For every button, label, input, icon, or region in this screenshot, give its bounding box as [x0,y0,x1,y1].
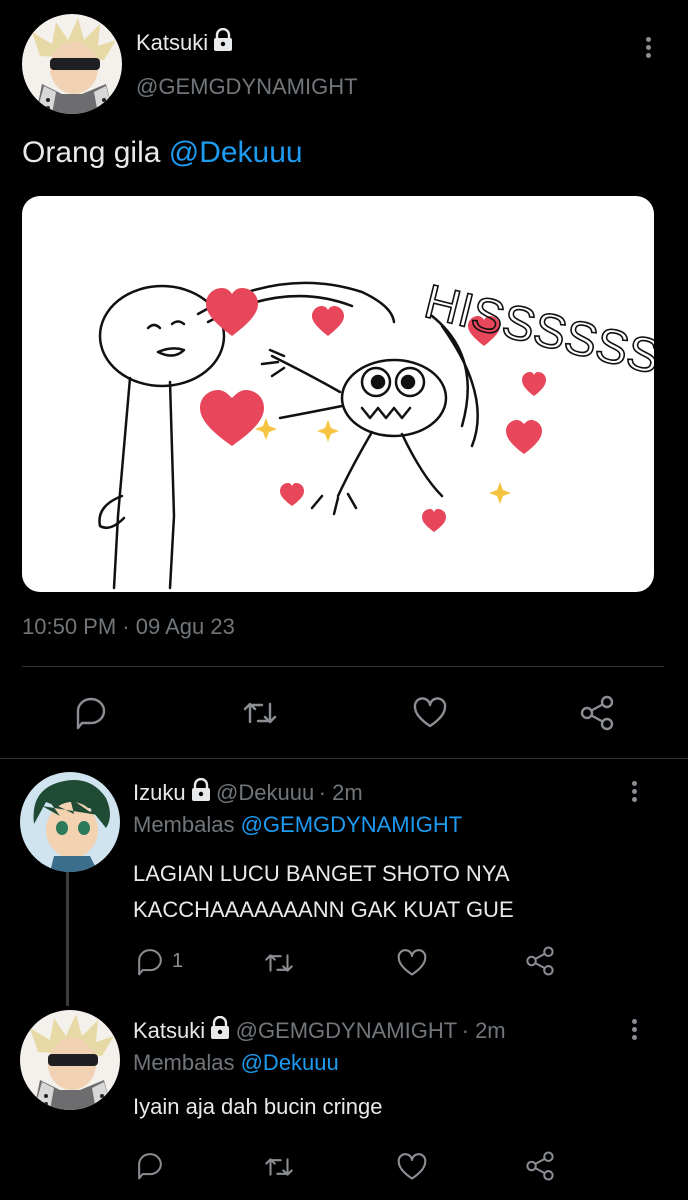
reply1-header: Izuku @Dekuuu · 2m [133,777,363,807]
like-icon[interactable] [396,948,428,978]
replying-to-link[interactable]: @Dekuuu [241,1050,339,1075]
more-icon[interactable] [636,34,660,62]
reply-icon[interactable]: 1 [134,946,183,976]
main-author-name[interactable]: Katsuki [136,30,208,55]
main-tweet-text: Orang gila @Dekuuu [22,136,303,170]
more-icon[interactable] [622,1016,646,1044]
replying-prefix: Membalas [133,812,241,837]
reply-icon[interactable] [134,1150,166,1180]
share-icon[interactable] [524,945,556,977]
tweet-image[interactable]: HISSSSSSS [22,196,654,592]
mention-link[interactable]: @Dekuuu [169,136,303,169]
reply1-text-line1: LAGIAN LUCU BANGET SHOTO NYA [133,861,510,886]
more-icon[interactable] [622,778,646,806]
share-icon[interactable] [578,694,616,732]
tweet-text-prefix: Orang gila [22,136,169,169]
reply1-author-name[interactable]: Izuku [133,780,186,805]
reply2-author-avatar[interactable] [20,1010,120,1110]
lock-icon [190,777,212,807]
reply1-author-handle[interactable]: @Dekuuu [216,780,314,805]
lock-icon [212,27,234,57]
retweet-icon[interactable] [262,948,296,978]
like-icon[interactable] [412,696,448,730]
main-author-handle[interactable]: @GEMGDYNAMIGHT [136,74,358,100]
timestamp: 10:50 PM · 09 Agu 23 [22,614,235,640]
retweet-icon[interactable] [240,696,280,730]
tweet-time: 10:50 PM [22,614,117,639]
like-icon[interactable] [396,1152,428,1182]
divider [22,666,664,667]
reply2-time: · 2m [461,1018,506,1043]
tweet-date: 09 Agu 23 [135,614,235,639]
share-icon[interactable] [524,1150,556,1182]
thread-line [66,872,69,1006]
reply1-author-avatar[interactable] [20,772,120,872]
reply2-text: Iyain aja dah bucin cringe [133,1094,383,1119]
reply2-author-name[interactable]: Katsuki [133,1018,205,1043]
retweet-icon[interactable] [262,1152,296,1182]
timestamp-separator: · [122,614,130,639]
reply-count: 1 [172,949,184,972]
reply1-text: LAGIAN LUCU BANGET SHOTO NYA KACCHAAAAAA… [133,856,514,928]
reply2-replying-to: Membalas @Dekuuu [133,1050,339,1076]
reply-icon[interactable] [72,694,110,730]
reply2-header: Katsuki @GEMGDYNAMIGHT · 2m [133,1015,506,1045]
lock-icon [209,1015,231,1045]
divider [0,758,688,759]
replying-prefix: Membalas [133,1050,241,1075]
reply1-text-line2: KACCHAAAAAAANN GAK KUAT GUE [133,897,514,922]
reply1-time: · 2m [318,780,363,805]
main-author-name-row: Katsuki [136,27,234,57]
reply2-author-handle[interactable]: @GEMGDYNAMIGHT [236,1018,458,1043]
main-author-avatar[interactable] [22,14,122,114]
replying-to-link[interactable]: @GEMGDYNAMIGHT [241,812,463,837]
reply1-replying-to: Membalas @GEMGDYNAMIGHT [133,812,462,838]
